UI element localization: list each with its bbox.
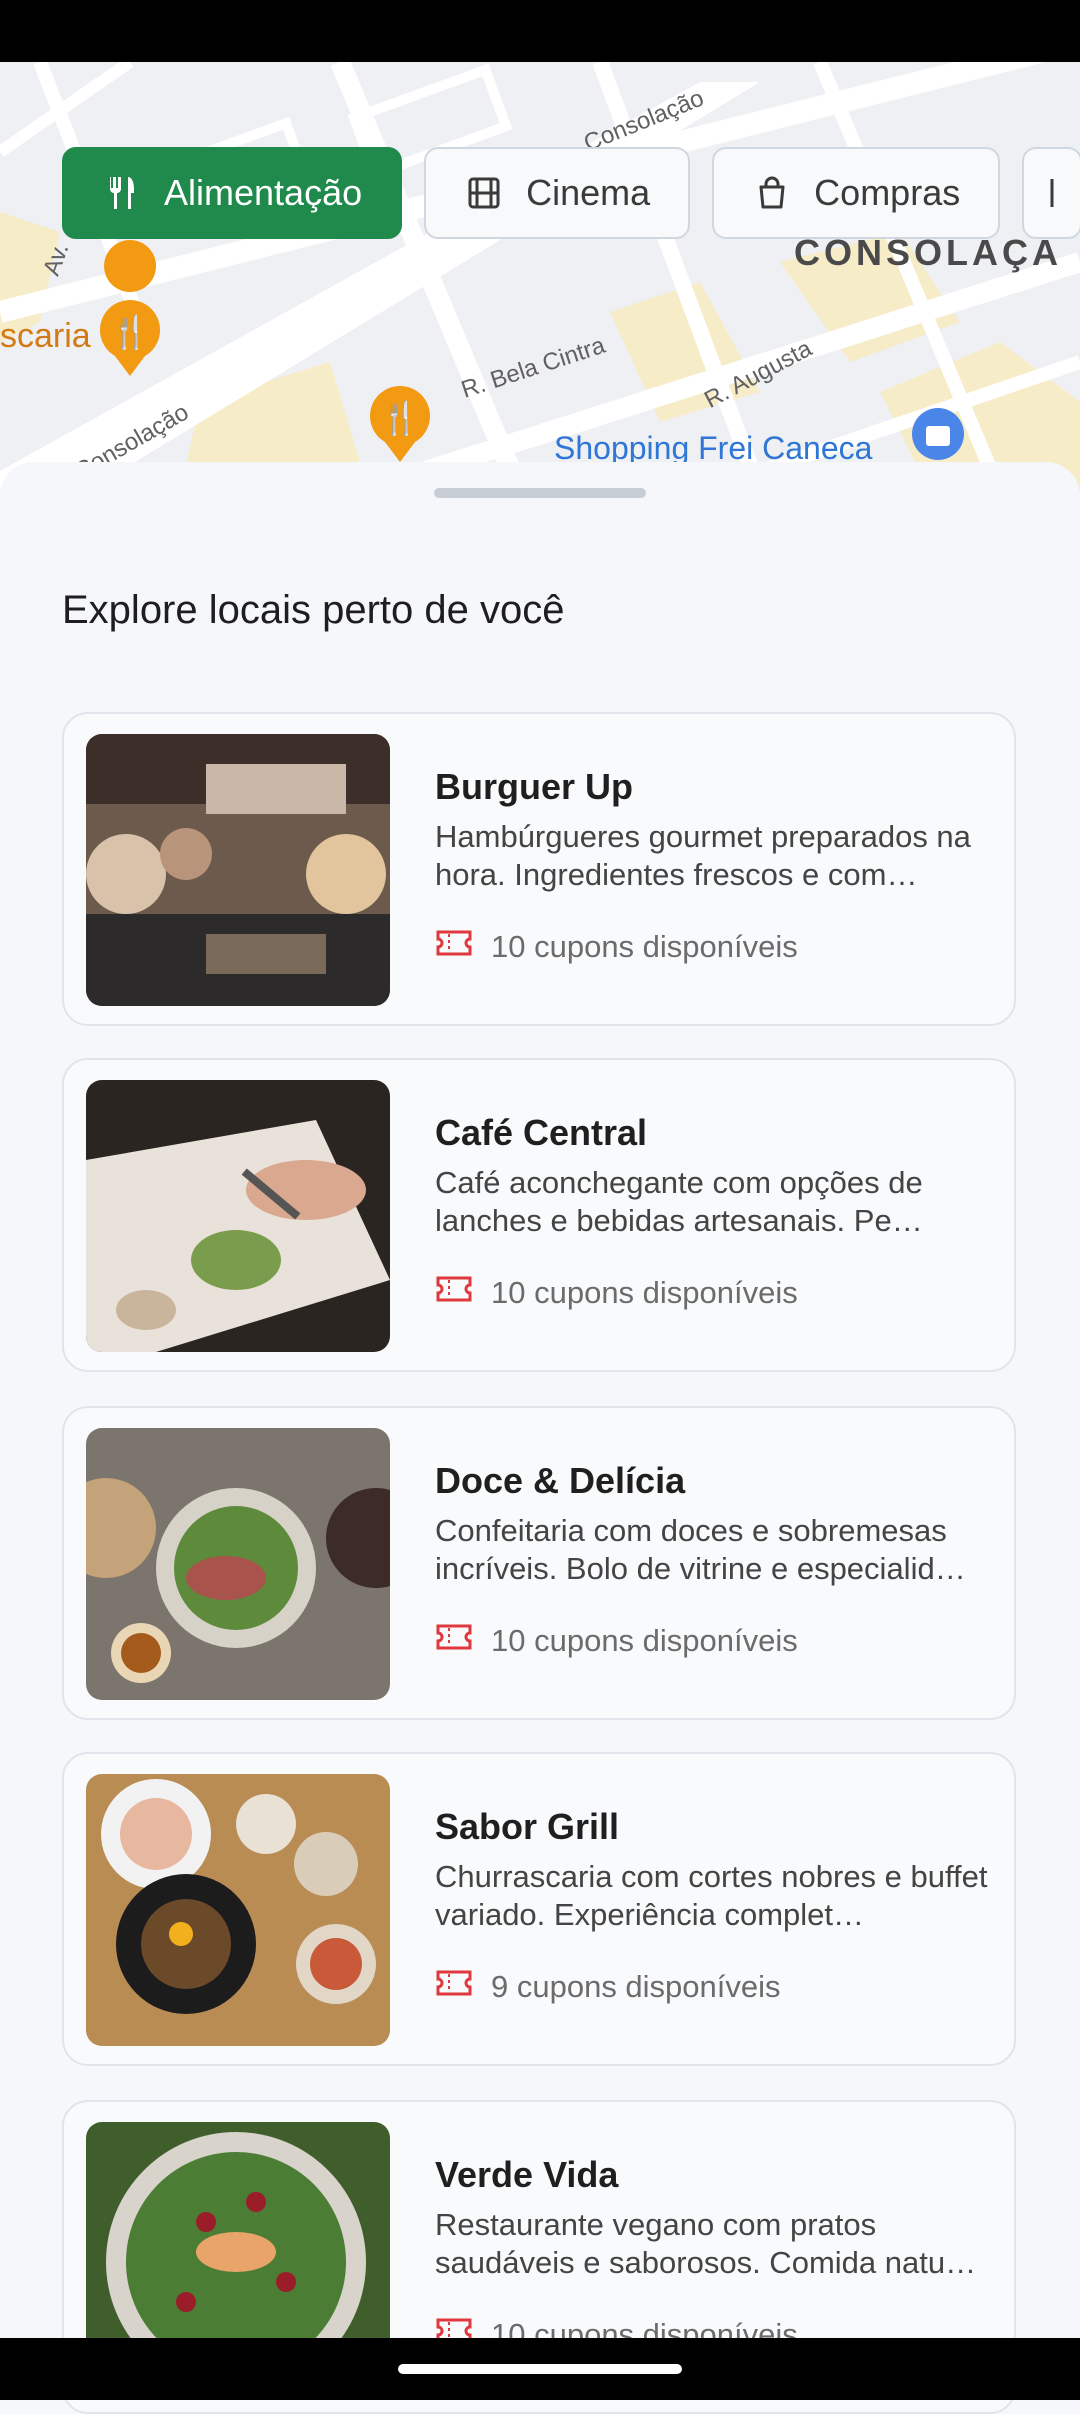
place-description: Restaurante vegano com pratos saudáveis … [435,2207,977,2280]
coupon-info: 9 cupons disponíveis [435,1968,781,2006]
place-description: Hambúrgueres gourmet preparados na hora.… [435,819,971,892]
home-gesture-pill[interactable] [398,2364,682,2374]
flag-icon [1042,173,1080,213]
coupon-count: 9 cupons disponíveis [491,1969,781,2004]
place-image [86,1428,390,1700]
ticket-icon [435,928,473,966]
chip-cinema[interactable]: Cinema [424,147,691,239]
place-image [86,734,390,1006]
shopping-marker-icon [912,408,964,460]
film-icon [464,173,504,213]
fork-knife-icon [102,173,142,213]
drag-handle[interactable] [434,488,646,498]
place-image [86,1774,390,2046]
bottom-sheet[interactable]: Explore locais perto de você Burguer Up … [0,462,1080,2414]
place-card[interactable]: Burguer Up Hambúrgueres gourmet preparad… [62,712,1016,1026]
coupon-info: 10 cupons disponíveis [435,1622,798,1660]
place-card[interactable]: Café Central Café aconchegante com opçõe… [62,1058,1016,1372]
chip-alimentacao[interactable]: Alimentação [62,147,403,239]
place-name: Burguer Up [435,766,633,807]
place-description: Café aconchegante com opções de lanches … [435,1165,923,1238]
place-card[interactable]: Sabor Grill Churrascaria com cortes nobr… [62,1752,1016,2066]
section-title: Explore locais perto de você [62,588,565,632]
place-name: Doce & Delícia [435,1460,686,1501]
poi-label: scaria [0,317,91,355]
place-card[interactable]: Doce & Delícia Confeitaria com doces e s… [62,1406,1016,1720]
coupon-info: 10 cupons disponíveis [435,1274,798,1312]
chip-compras[interactable]: Compras [712,147,1001,239]
place-name: Sabor Grill [435,1806,620,1847]
ticket-icon [435,1622,473,1660]
svg-text:🍴: 🍴 [380,399,420,437]
category-chips: Alimentação Cinema Compras [62,147,1080,239]
place-description: Churrascaria com cortes nobres e buffet … [435,1859,988,1932]
coupon-count: 10 cupons disponíveis [491,929,798,964]
coupon-info: 10 cupons disponíveis [435,928,798,966]
chip-more[interactable] [1022,147,1080,239]
status-bar [0,0,1080,62]
place-name: Verde Vida [435,2154,619,2195]
coupon-count: 10 cupons disponíveis [491,1623,798,1658]
ticket-icon [435,1274,473,1312]
chip-label: Alimentação [164,172,363,213]
place-name: Café Central [435,1112,648,1153]
shopping-bag-icon [752,173,792,213]
chip-label: Compras [814,172,961,213]
place-description: Confeitaria com doces e sobremesas incrí… [435,1513,966,1586]
map-view[interactable]: 🍴 🍴 Consolação Av. R. Bela Cintra R. Aug… [0,62,1080,492]
coupon-count: 10 cupons disponíveis [491,1275,798,1310]
chip-label: Cinema [526,172,651,213]
navigation-bar [0,2338,1080,2400]
ticket-icon [435,1968,473,2006]
svg-text:🍴: 🍴 [110,313,150,351]
place-image [86,1080,390,1352]
